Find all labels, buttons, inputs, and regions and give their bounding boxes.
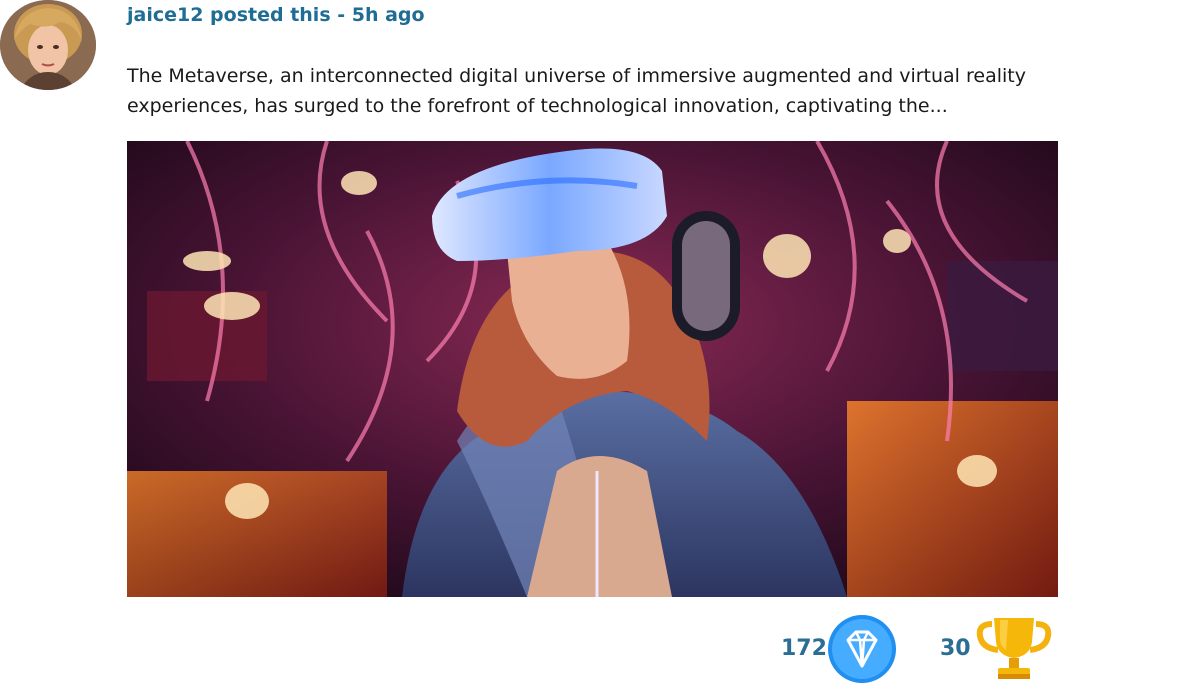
post-card: jaice12 posted this - 5h ago The Metaver… xyxy=(0,0,1179,683)
post-header[interactable]: jaice12 posted this - 5h ago xyxy=(127,4,425,26)
post-body: The Metaverse, an interconnected digital… xyxy=(127,65,1026,117)
avatar[interactable] xyxy=(0,0,96,90)
avatar-image xyxy=(0,0,96,90)
diamond-icon[interactable] xyxy=(826,614,898,683)
trophy-count: 30 xyxy=(940,636,971,661)
post-image[interactable] xyxy=(127,141,1058,597)
gem-count: 172 xyxy=(781,636,827,661)
trophy-icon[interactable] xyxy=(976,614,1052,682)
post-stats: 172 30 xyxy=(0,614,1179,683)
